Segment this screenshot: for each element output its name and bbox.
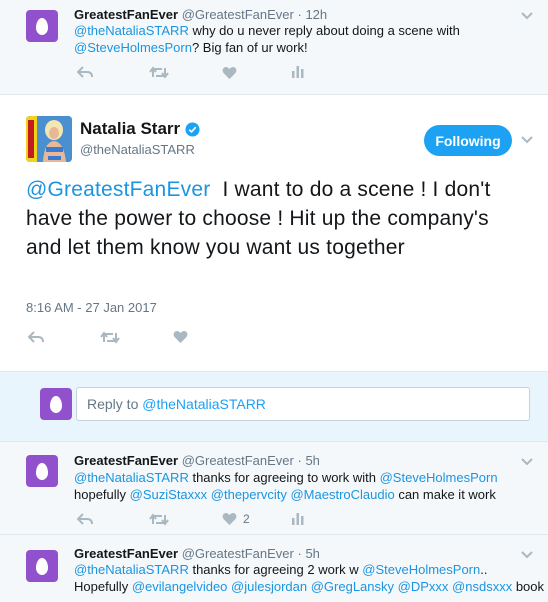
timestamp[interactable]: 5h bbox=[305, 546, 319, 561]
reply-button[interactable] bbox=[28, 330, 44, 344]
reply-mention: @theNataliaSTARR bbox=[142, 396, 266, 412]
profile-photo bbox=[26, 116, 72, 162]
retweet-button[interactable] bbox=[149, 513, 169, 526]
text-fragment: thanks for agreeing 2 work w bbox=[188, 562, 363, 577]
mention-link[interactable]: @GreatestFanEver bbox=[26, 178, 210, 201]
tweet-header: GreatestFanEver @GreatestFanEver · 12h bbox=[74, 7, 327, 22]
text-line: @theNataliaSTARR thanks for agreeing 2 w… bbox=[74, 561, 538, 578]
verified-badge-icon bbox=[185, 121, 200, 137]
retweet-button[interactable] bbox=[149, 66, 169, 79]
chevron-down-icon[interactable] bbox=[520, 457, 534, 467]
reply-icon bbox=[28, 331, 44, 343]
bar-chart-icon bbox=[292, 66, 304, 78]
avatar[interactable] bbox=[26, 455, 58, 487]
text-fragment: ? Big fan of ur work! bbox=[191, 40, 308, 55]
text-fragment: thanks for agreeing to work with bbox=[188, 470, 380, 485]
display-name[interactable]: Natalia Starr bbox=[80, 119, 180, 139]
retweet-button[interactable] bbox=[100, 331, 120, 344]
reply-input[interactable]: Reply to @theNataliaSTARR bbox=[76, 387, 530, 421]
text-fragment: hopefully bbox=[74, 487, 130, 502]
user-name[interactable]: GreatestFanEver bbox=[74, 7, 178, 22]
heart-icon bbox=[222, 512, 237, 525]
avatar[interactable] bbox=[26, 116, 72, 162]
analytics-button[interactable] bbox=[292, 513, 304, 525]
timestamp[interactable]: 12h bbox=[305, 7, 327, 22]
mention-link[interactable]: @theNataliaSTARR bbox=[74, 23, 189, 38]
user-name[interactable]: Natalia Starr bbox=[80, 119, 200, 139]
following-button[interactable]: Following bbox=[424, 125, 512, 156]
mention-link[interactable]: @SteveHolmesPorn bbox=[74, 40, 192, 55]
timestamp[interactable]: 8:16 AM - 27 Jan 2017 bbox=[26, 300, 157, 315]
tweet-header: GreatestFanEver @GreatestFanEver · 5h bbox=[74, 453, 320, 468]
text-fragment: book bbox=[512, 579, 545, 594]
user-handle[interactable]: @theNataliaSTARR bbox=[80, 142, 195, 157]
retweet-icon bbox=[149, 66, 169, 79]
like-button[interactable]: 2 bbox=[222, 512, 250, 526]
avatar bbox=[40, 388, 72, 420]
mention-link[interactable]: @SuziStaxxx bbox=[130, 487, 208, 502]
mention-link[interactable]: @SteveHolmesPorn bbox=[362, 562, 480, 577]
chevron-down-icon[interactable] bbox=[520, 135, 534, 145]
separator: · bbox=[293, 453, 306, 468]
mention-link[interactable]: @julesjordan bbox=[231, 579, 307, 594]
bar-chart-icon bbox=[292, 513, 304, 525]
like-button[interactable] bbox=[222, 66, 237, 80]
mention-link[interactable]: @nsdsxxx bbox=[452, 579, 512, 594]
text-fragment: why do u never reply about doing a scene… bbox=[188, 23, 460, 38]
egg-icon bbox=[36, 557, 48, 575]
avatar[interactable] bbox=[26, 550, 58, 582]
reply-placeholder: Reply to bbox=[87, 396, 143, 412]
reply-tweet-1[interactable]: GreatestFanEver @GreatestFanEver · 5h @t… bbox=[0, 443, 548, 535]
reply-icon bbox=[77, 66, 93, 78]
reply-button[interactable] bbox=[77, 512, 93, 526]
mention-link[interactable]: @evilangelvideo bbox=[132, 579, 228, 594]
reply-composer: Reply to @theNataliaSTARR bbox=[0, 372, 548, 442]
tweet-text: @theNataliaSTARR thanks for agreeing 2 w… bbox=[74, 561, 544, 595]
user-handle[interactable]: @GreatestFanEver bbox=[182, 7, 294, 22]
reply-button[interactable] bbox=[77, 65, 93, 79]
like-button[interactable] bbox=[173, 330, 188, 344]
mention-link[interactable]: @theNataliaSTARR bbox=[74, 562, 189, 577]
avatar[interactable] bbox=[26, 10, 58, 42]
user-handle[interactable]: @GreatestFanEver bbox=[182, 546, 294, 561]
text-line: Hopefully @evilangelvideo @julesjordan @… bbox=[74, 578, 544, 595]
tweet-header: GreatestFanEver @GreatestFanEver · 5h bbox=[74, 546, 320, 561]
tweet-text: @GreatestFanEver I want to do a scene ! … bbox=[26, 175, 526, 262]
user-name[interactable]: GreatestFanEver bbox=[74, 546, 178, 561]
analytics-button[interactable] bbox=[292, 66, 304, 78]
egg-icon bbox=[36, 462, 48, 480]
egg-icon bbox=[36, 17, 48, 35]
user-name[interactable]: GreatestFanEver bbox=[74, 453, 178, 468]
reply-tweet-2[interactable]: GreatestFanEver @GreatestFanEver · 5h @t… bbox=[0, 536, 548, 602]
mention-link[interactable]: @MaestroClaudio bbox=[290, 487, 394, 502]
user-handle[interactable]: @GreatestFanEver bbox=[182, 453, 294, 468]
mention-link[interactable]: @GregLansky bbox=[311, 579, 394, 594]
text-line: hopefully @SuziStaxxx @thepervcity @Maes… bbox=[74, 486, 538, 503]
heart-icon bbox=[173, 330, 188, 343]
focused-tweet: Natalia Starr @theNataliaSTARR Following… bbox=[0, 95, 548, 372]
text-fragment: Hopefully bbox=[74, 579, 132, 594]
text-fragment: can make it work bbox=[394, 487, 496, 502]
retweet-icon bbox=[100, 331, 120, 344]
text-line: @theNataliaSTARR thanks for agreeing to … bbox=[74, 469, 538, 486]
tweet-text: @theNataliaSTARR thanks for agreeing to … bbox=[74, 469, 538, 503]
timestamp[interactable]: 5h bbox=[305, 453, 319, 468]
chevron-down-icon[interactable] bbox=[520, 550, 534, 560]
mention-link[interactable]: @DPxxx bbox=[398, 579, 449, 594]
chevron-down-icon[interactable] bbox=[520, 11, 534, 21]
text-fragment: .. bbox=[480, 562, 488, 577]
context-tweet-1[interactable]: GreatestFanEver @GreatestFanEver · 12h @… bbox=[0, 0, 548, 95]
reply-icon bbox=[77, 513, 93, 525]
separator: · bbox=[293, 7, 306, 22]
separator: · bbox=[293, 546, 306, 561]
tweet-text: @theNataliaSTARR why do u never reply ab… bbox=[74, 22, 538, 56]
retweet-icon bbox=[149, 513, 169, 526]
mention-link[interactable]: @SteveHolmesPorn bbox=[380, 470, 498, 485]
mention-link[interactable]: @thepervcity bbox=[211, 487, 287, 502]
like-count: 2 bbox=[243, 512, 250, 526]
egg-icon bbox=[50, 395, 62, 413]
heart-icon bbox=[222, 66, 237, 79]
mention-link[interactable]: @theNataliaSTARR bbox=[74, 470, 189, 485]
